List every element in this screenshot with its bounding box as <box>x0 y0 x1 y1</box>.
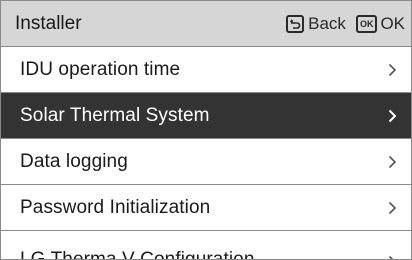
menu-item-label: LG Therma V Configuration <box>20 249 255 260</box>
menu-item-label: IDU operation time <box>20 58 181 80</box>
chevron-right-icon <box>385 61 399 79</box>
chevron-right-icon <box>385 253 399 259</box>
back-label: Back <box>308 13 346 33</box>
menu-item-label: Password Initialization <box>20 196 211 218</box>
menu-item-label: Data logging <box>20 150 128 172</box>
menu-item-label: Solar Thermal System <box>20 104 210 126</box>
ok-label: OK <box>380 13 405 33</box>
chevron-right-icon <box>385 107 399 125</box>
ok-button[interactable]: OK OK <box>355 13 405 34</box>
page-title: Installer <box>15 12 82 34</box>
menu-item-idu-operation-time[interactable]: IDU operation time <box>1 47 411 93</box>
menu-item-data-logging[interactable]: Data logging <box>1 139 411 185</box>
menu-item-solar-thermal-system[interactable]: Solar Thermal System <box>1 93 411 139</box>
header-bar: Installer Back OK OK <box>1 1 411 47</box>
ok-key-icon: OK <box>355 14 378 33</box>
chevron-right-icon <box>385 199 399 217</box>
back-button[interactable]: Back <box>286 14 346 34</box>
chevron-right-icon <box>385 153 399 171</box>
installer-screen: Installer Back OK OK IDU operation time … <box>0 0 412 260</box>
menu-item-lg-therma-v-configuration[interactable]: LG Therma V Configuration <box>1 231 411 260</box>
menu-item-password-initialization[interactable]: Password Initialization <box>1 185 411 231</box>
menu-list: IDU operation time Solar Thermal System … <box>1 47 411 260</box>
back-arrow-icon <box>286 14 305 33</box>
